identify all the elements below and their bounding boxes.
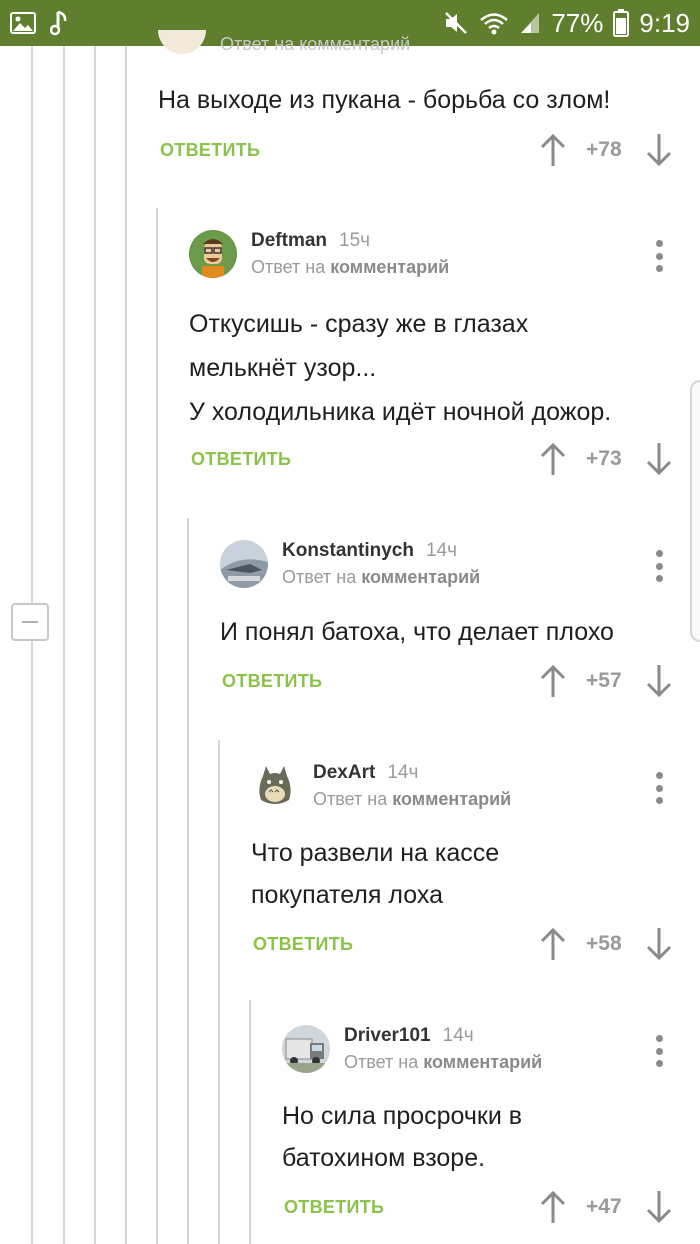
reply-to-info: Ответ на комментарий <box>313 789 512 809</box>
wifi-icon <box>479 11 509 35</box>
downvote-icon[interactable] <box>644 132 674 168</box>
more-options-icon[interactable] <box>649 238 669 274</box>
comment-header: Deftman 15ч Ответ на комментарий <box>189 230 679 280</box>
scroll-handle[interactable] <box>690 380 700 642</box>
reply-to-info: Ответ на комментарий <box>251 257 450 277</box>
battery-percent: 77% <box>551 7 604 38</box>
reply-to-link[interactable]: комментарий <box>361 567 480 587</box>
comment-actions: ОТВЕТИТЬ +58 <box>253 926 683 966</box>
comment-time: 14ч <box>442 1025 474 1046</box>
image-icon <box>10 12 36 34</box>
score: +47 <box>586 1195 622 1218</box>
reply-to-partial: Ответ на комментарий <box>220 34 411 54</box>
avatar[interactable] <box>282 1025 330 1073</box>
collapse-thread-button[interactable] <box>11 603 49 641</box>
thread-line <box>125 46 127 1244</box>
avatar[interactable] <box>189 230 237 278</box>
upvote-icon[interactable] <box>538 663 568 699</box>
more-options-icon[interactable] <box>649 1033 669 1069</box>
avatar-partial <box>158 30 206 54</box>
score: +73 <box>586 447 622 470</box>
comment: DexArt 14ч Ответ на комментарий Что разве… <box>251 762 681 916</box>
author-name[interactable]: Konstantinych 14ч <box>282 540 457 562</box>
thread-line <box>187 518 189 1244</box>
signal-icon <box>519 11 541 35</box>
downvote-icon[interactable] <box>644 1189 674 1225</box>
score: +57 <box>586 669 622 692</box>
reply-button[interactable]: ОТВЕТИТЬ <box>160 140 260 161</box>
reply-to-info: Ответ на комментарий <box>282 567 481 587</box>
more-options-icon[interactable] <box>649 548 669 584</box>
reply-button[interactable]: ОТВЕТИТЬ <box>191 449 291 470</box>
comment-text: Откусишь - сразу же в глазах мелькнёт уз… <box>189 310 612 426</box>
comment-header: Konstantinych 14ч Ответ на комментарий <box>220 540 680 590</box>
thread-line <box>218 740 220 1244</box>
comment-actions: ОТВЕТИТЬ +47 <box>284 1189 684 1229</box>
comment: Driver101 14ч Ответ на комментарий Но сил… <box>282 1025 682 1179</box>
thread-line <box>63 46 65 1244</box>
more-options-icon[interactable] <box>649 770 669 806</box>
comment-time: 14ч <box>425 540 457 561</box>
clock: 9:19 <box>639 7 690 38</box>
author-name[interactable]: DexArt 14ч <box>313 762 418 784</box>
avatar[interactable] <box>251 762 299 810</box>
upvote-icon[interactable] <box>538 132 568 168</box>
mute-icon <box>443 10 469 36</box>
comment: Deftman 15ч Ответ на комментарий Откусишь… <box>189 230 679 434</box>
reply-button[interactable]: ОТВЕТИТЬ <box>222 671 322 692</box>
comment: Konstantinych 14ч Ответ на комментарий И … <box>220 540 680 654</box>
thread-line <box>249 1000 251 1244</box>
thread-line <box>94 46 96 1244</box>
battery-icon <box>613 9 630 37</box>
comment-header: Driver101 14ч Ответ на комментарий <box>282 1025 682 1075</box>
author-name[interactable]: Driver101 14ч <box>344 1025 474 1047</box>
comment-actions: ОТВЕТИТЬ +73 <box>191 441 681 481</box>
comment-text: Что развели на кассе покупателя лоха <box>251 839 500 909</box>
upvote-icon[interactable] <box>538 1189 568 1225</box>
avatar[interactable] <box>220 540 268 588</box>
comment-actions: ОТВЕТИТЬ +57 <box>222 663 682 703</box>
reply-to-link[interactable]: комментарий <box>330 257 449 277</box>
score: +58 <box>586 932 622 955</box>
downvote-icon[interactable] <box>644 663 674 699</box>
thread-line <box>31 46 33 1244</box>
author-name[interactable]: Deftman 15ч <box>251 230 370 252</box>
downvote-icon[interactable] <box>644 926 674 962</box>
reply-to-link[interactable]: комментарий <box>423 1052 542 1072</box>
reply-to-info: Ответ на комментарий <box>344 1052 543 1072</box>
score: +78 <box>586 138 622 161</box>
reply-to-link[interactable]: комментарий <box>392 789 511 809</box>
reply-button[interactable]: ОТВЕТИТЬ <box>253 934 353 955</box>
upvote-icon[interactable] <box>538 441 568 477</box>
comment-text: И понял батоха, что делает плохо <box>220 618 614 646</box>
comment-header: DexArt 14ч Ответ на комментарий <box>251 762 681 812</box>
comment-time: 15ч <box>339 230 371 251</box>
comment-time: 14ч <box>387 762 419 783</box>
music-note-icon <box>50 10 70 36</box>
reply-button[interactable]: ОТВЕТИТЬ <box>284 1197 384 1218</box>
comment-text: На выходе из пукана - борьба со злом! <box>158 86 611 114</box>
upvote-icon[interactable] <box>538 926 568 962</box>
downvote-icon[interactable] <box>644 441 674 477</box>
thread-line <box>156 208 158 1244</box>
comment-actions: ОТВЕТИТЬ +78 <box>160 132 680 172</box>
comment-text: Но сила просрочки в батохином взоре. <box>282 1102 523 1172</box>
